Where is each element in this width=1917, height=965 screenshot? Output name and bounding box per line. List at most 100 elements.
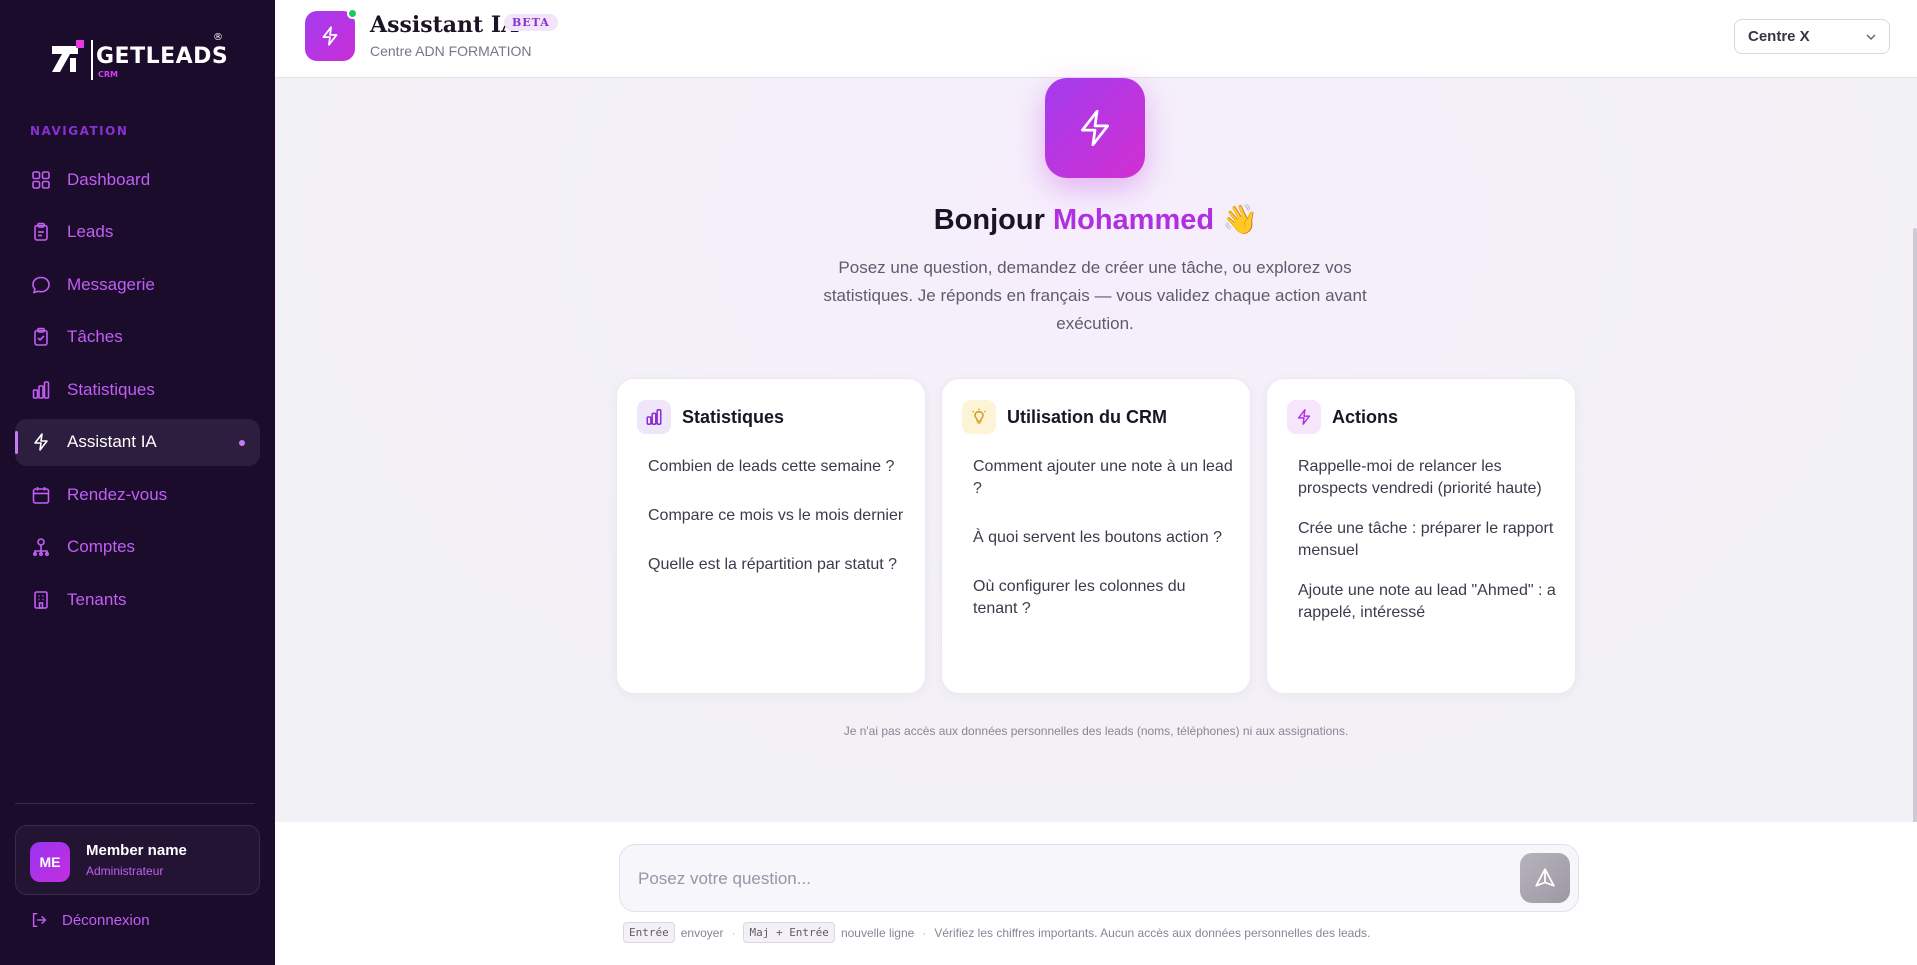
user-role: Administrateur [86, 864, 164, 878]
sidebar-item-label: Assistant IA [67, 432, 157, 451]
building-icon [30, 589, 52, 611]
sidebar-item-statistiques[interactable]: Statistiques [15, 366, 260, 413]
sidebar-item-leads[interactable]: Leads [15, 209, 260, 256]
send-icon [1535, 868, 1555, 887]
card-header: Statistiques [637, 400, 784, 434]
sidebar-item-label: Tâches [67, 327, 123, 346]
logout-button[interactable]: Déconnexion [30, 911, 150, 929]
keyboard-hints: Entrée envoyer · Maj + Entrée nouvelle l… [623, 922, 1378, 943]
brand-registered: ® [213, 32, 223, 43]
suggestion-question[interactable]: Ajoute une note au lead "Ahmed" : a rapp… [1298, 580, 1558, 624]
sidebar-item-label: Messagerie [67, 274, 155, 294]
sidebar-item-messagerie[interactable]: Messagerie [15, 261, 260, 308]
lightning-icon [1081, 109, 1109, 147]
avatar: ME [30, 842, 70, 882]
card-header: Utilisation du CRM [962, 400, 1167, 434]
logo-divider [91, 40, 93, 80]
sidebar-item-label: Dashboard [67, 169, 151, 189]
question-input-box [619, 844, 1579, 912]
user-card[interactable]: ME Member name Administrateur [15, 825, 260, 895]
suggestion-cards: Statistiques Combien de leads cette sema… [616, 378, 1576, 694]
card-header: Actions [1287, 400, 1398, 434]
sidebar-item-label: Comptes [67, 537, 136, 556]
card-title: Actions [1332, 406, 1399, 427]
suggestion-question[interactable]: Crée une tâche : préparer le rapport men… [1298, 518, 1558, 562]
active-indicator-dot [239, 439, 245, 446]
assistant-hero-logo [1045, 78, 1145, 178]
logout-icon [32, 912, 47, 928]
suggestion-question[interactable]: Combien de leads cette semaine ? [648, 456, 908, 478]
logo-mark-icon [52, 40, 84, 72]
hint-separator: · [731, 925, 736, 940]
sidebar-item-label: Tenants [67, 589, 127, 609]
hint-separator: · [922, 925, 927, 940]
card-questions: Rappelle-moi de relancer les prospects v… [1298, 456, 1558, 651]
user-network-icon [30, 536, 52, 558]
brand-logo[interactable]: GETLEADS CRM ® [48, 32, 228, 84]
center-select-value: Centre X [1748, 28, 1810, 45]
sidebar-item-taches[interactable]: Tâches [15, 314, 260, 361]
sidebar: GETLEADS CRM ® NAVIGATION Dashboard Lead… [0, 0, 275, 965]
calendar-icon [30, 484, 52, 506]
suggestion-question[interactable]: Où configurer les colonnes du tenant ? [973, 576, 1233, 620]
beta-badge: BETA [504, 14, 558, 31]
sidebar-item-rendez-vous[interactable]: Rendez-vous [15, 471, 260, 518]
sidebar-item-assistant-ia[interactable]: Assistant IA [15, 418, 260, 466]
user-name: Member name [86, 842, 187, 859]
sidebar-item-dashboard[interactable]: Dashboard [15, 156, 260, 203]
enter-hint-text: envoyer [680, 925, 724, 940]
question-input[interactable] [638, 862, 1478, 896]
clipboard-check-icon [30, 326, 52, 348]
brand-sub: CRM [98, 70, 118, 79]
message-composer: Entrée envoyer · Maj + Entrée nouvelle l… [275, 822, 1917, 965]
sidebar-item-label: Leads [67, 222, 114, 241]
suggestion-card-utilisation-crm: Utilisation du CRM Comment ajouter une n… [941, 378, 1251, 694]
lightning-icon [1287, 400, 1321, 434]
send-button[interactable] [1520, 853, 1570, 903]
newline-hint-text: nouvelle ligne [840, 925, 915, 940]
nav-section-title: NAVIGATION [30, 124, 129, 138]
brand-name: GETLEADS [96, 44, 229, 69]
bar-chart-icon [30, 379, 52, 401]
grid-icon [30, 169, 52, 191]
lightning-icon [322, 26, 338, 46]
card-title: Statistiques [682, 406, 785, 427]
greeting-name: Mohammed [1052, 204, 1215, 236]
wave-emoji-icon: 👋 [1222, 204, 1259, 236]
greeting-prefix: Bonjour [933, 204, 1045, 236]
top-header: Assistant IA BETA Centre ADN FORMATION C… [275, 0, 1917, 78]
lightning-icon [30, 431, 52, 453]
bar-chart-icon [637, 400, 671, 434]
privacy-disclaimer: Je n'ai pas accès aux données personnell… [843, 724, 1349, 738]
chevron-down-icon [1866, 34, 1876, 41]
sidebar-item-tenants[interactable]: Tenants [15, 576, 260, 623]
suggestion-question[interactable]: Comment ajouter une note à un lead ? [973, 456, 1233, 500]
center-select[interactable]: Centre X [1734, 19, 1890, 54]
card-questions: Combien de leads cette semaine ? Compare… [648, 456, 908, 603]
online-status-dot [347, 8, 358, 19]
newline-key-hint: Maj + Entrée [743, 922, 835, 943]
sidebar-divider [15, 803, 255, 804]
verification-note: Vérifiez les chiffres importants. Aucun … [934, 925, 1371, 940]
assistant-logo [305, 11, 355, 61]
sidebar-item-label: Statistiques [67, 379, 155, 399]
sidebar-item-comptes[interactable]: Comptes [15, 524, 260, 571]
chat-bubble-icon [30, 274, 52, 296]
enter-key-hint: Entrée [623, 922, 675, 943]
page-subtitle: Centre ADN FORMATION [370, 43, 532, 59]
card-title: Utilisation du CRM [1007, 406, 1167, 427]
page-title: Assistant IA [370, 12, 519, 38]
lightbulb-icon [962, 400, 996, 434]
suggestion-card-actions: Actions Rappelle-moi de relancer les pro… [1266, 378, 1576, 694]
clipboard-icon [30, 221, 52, 243]
card-questions: Comment ajouter une note à un lead ? À q… [973, 456, 1233, 647]
sidebar-nav: Dashboard Leads Messagerie Tâches Statis… [15, 156, 260, 629]
suggestion-question[interactable]: À quoi servent les boutons action ? [973, 527, 1233, 549]
suggestion-card-statistiques: Statistiques Combien de leads cette sema… [616, 378, 926, 694]
sidebar-item-label: Rendez-vous [67, 484, 168, 504]
suggestion-question[interactable]: Quelle est la répartition par statut ? [648, 554, 908, 576]
suggestion-question[interactable]: Compare ce mois vs le mois dernier [648, 505, 908, 527]
chat-welcome-area: Bonjour Mohammed 👋 Posez une question, d… [275, 78, 1917, 898]
scrollbar[interactable] [1913, 228, 1917, 898]
suggestion-question[interactable]: Rappelle-moi de relancer les prospects v… [1298, 456, 1558, 500]
